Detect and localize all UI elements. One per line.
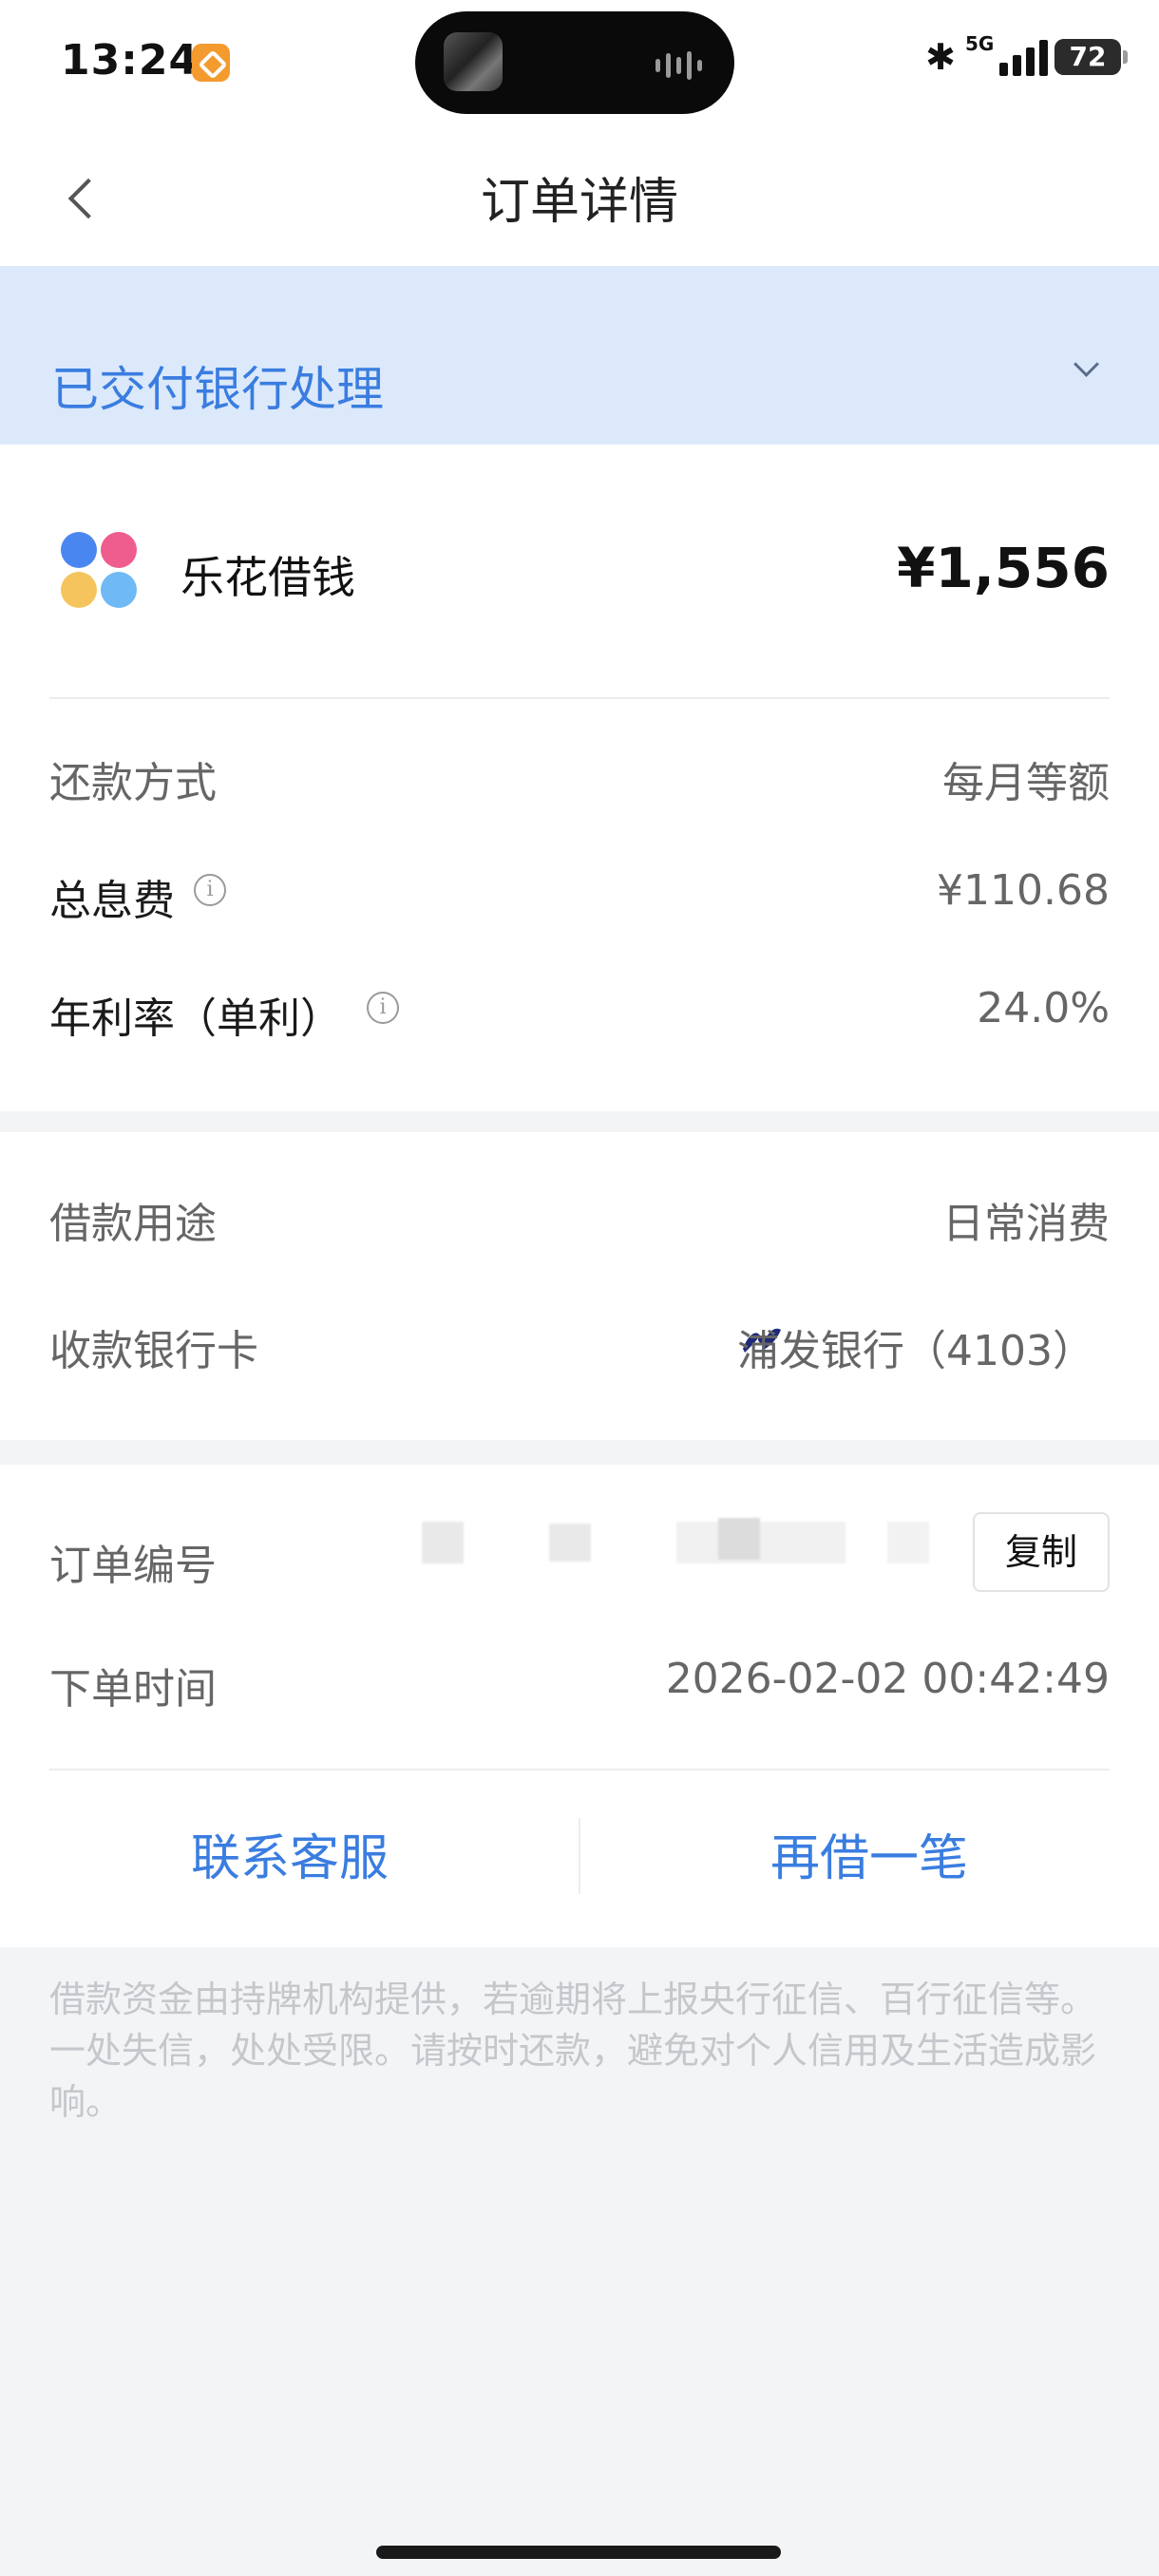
bank-card-label: 收款银行卡 [49, 1327, 258, 1375]
loan-usage-card: 借款用途 日常消费 收款银行卡 浦发银行（4103） [0, 1132, 1159, 1440]
repayment-method-label: 还款方式 [49, 759, 217, 807]
total-interest-value: ¥110.68 [937, 866, 1110, 915]
order-status-banner[interactable]: 已交付银行处理 [0, 266, 1159, 445]
flower-logo-icon [61, 532, 141, 612]
bank-card-value: 浦发银行（4103） [737, 1327, 1094, 1375]
home-indicator[interactable] [376, 2546, 781, 2559]
order-time-label: 下单时间 [49, 1665, 217, 1714]
battery-icon: 72 [1054, 39, 1128, 75]
usage-row: 借款用途 日常消费 [49, 1189, 1110, 1265]
total-interest-row: 总息费 i ¥110.68 [49, 866, 1110, 942]
usage-label: 借款用途 [49, 1200, 217, 1248]
bluetooth-icon: ✱ [925, 36, 956, 78]
order-time-row: 下单时间 2026-02-02 00:42:49 [49, 1655, 1110, 1731]
cellular-signal-icon: 5G [965, 32, 1048, 80]
chevron-down-icon[interactable] [1070, 353, 1100, 384]
status-bar: 13:24 ✱ 5G 72 [0, 0, 1159, 133]
order-status-text: 已交付银行处理 [51, 362, 384, 417]
page-title: 订单详情 [480, 174, 678, 231]
action-bar: 联系客服 再借一笔 [0, 1771, 1159, 1947]
product-name: 乐花借钱 [180, 552, 355, 603]
borrow-again-button[interactable]: 再借一笔 [580, 1818, 1159, 1889]
copy-button[interactable]: 复制 [973, 1512, 1110, 1592]
annual-rate-value: 24.0% [977, 984, 1110, 1032]
order-detail-screen: 13:24 ✱ 5G 72 订单详情 已交付银行处理 乐花借钱 ¥1,556 还… [0, 0, 1159, 2576]
info-icon[interactable]: i [367, 992, 399, 1024]
divider [49, 697, 1110, 699]
info-icon[interactable]: i [194, 874, 226, 906]
order-number-label: 订单编号 [49, 1542, 217, 1590]
app-notification-icon [192, 44, 230, 82]
status-indicators: ✱ 5G 72 [925, 32, 1128, 80]
loan-summary-card: 乐花借钱 ¥1,556 还款方式 每月等额 总息费 i ¥110.68 年利率（… [0, 445, 1159, 1111]
total-interest-label: 总息费 [49, 877, 175, 925]
network-type: 5G [965, 32, 995, 55]
audio-waveform-icon [656, 51, 702, 80]
status-time: 13:24 [61, 36, 200, 85]
dynamic-island[interactable] [415, 11, 734, 114]
nav-bar: 订单详情 [0, 133, 1159, 266]
order-time-value: 2026-02-02 00:42:49 [665, 1655, 1110, 1703]
battery-level: 72 [1069, 41, 1107, 72]
bank-card-row: 收款银行卡 浦发银行（4103） [49, 1316, 1110, 1392]
usage-value: 日常消费 [942, 1200, 1110, 1248]
repayment-method-row: 还款方式 每月等额 [49, 748, 1110, 824]
repayment-method-value: 每月等额 [942, 759, 1110, 807]
credit-notice: 借款资金由持牌机构提供，若逾期将上报央行征信、百行征信等。一处失信，处处受限。请… [49, 1979, 1097, 2123]
annual-rate-label: 年利率（单利） [49, 994, 342, 1043]
contact-service-button[interactable]: 联系客服 [0, 1818, 580, 1889]
annual-rate-row: 年利率（单利） i 24.0% [49, 984, 1110, 1060]
loan-amount: ¥1,556 [897, 536, 1110, 600]
now-playing-thumbnail [444, 32, 503, 91]
